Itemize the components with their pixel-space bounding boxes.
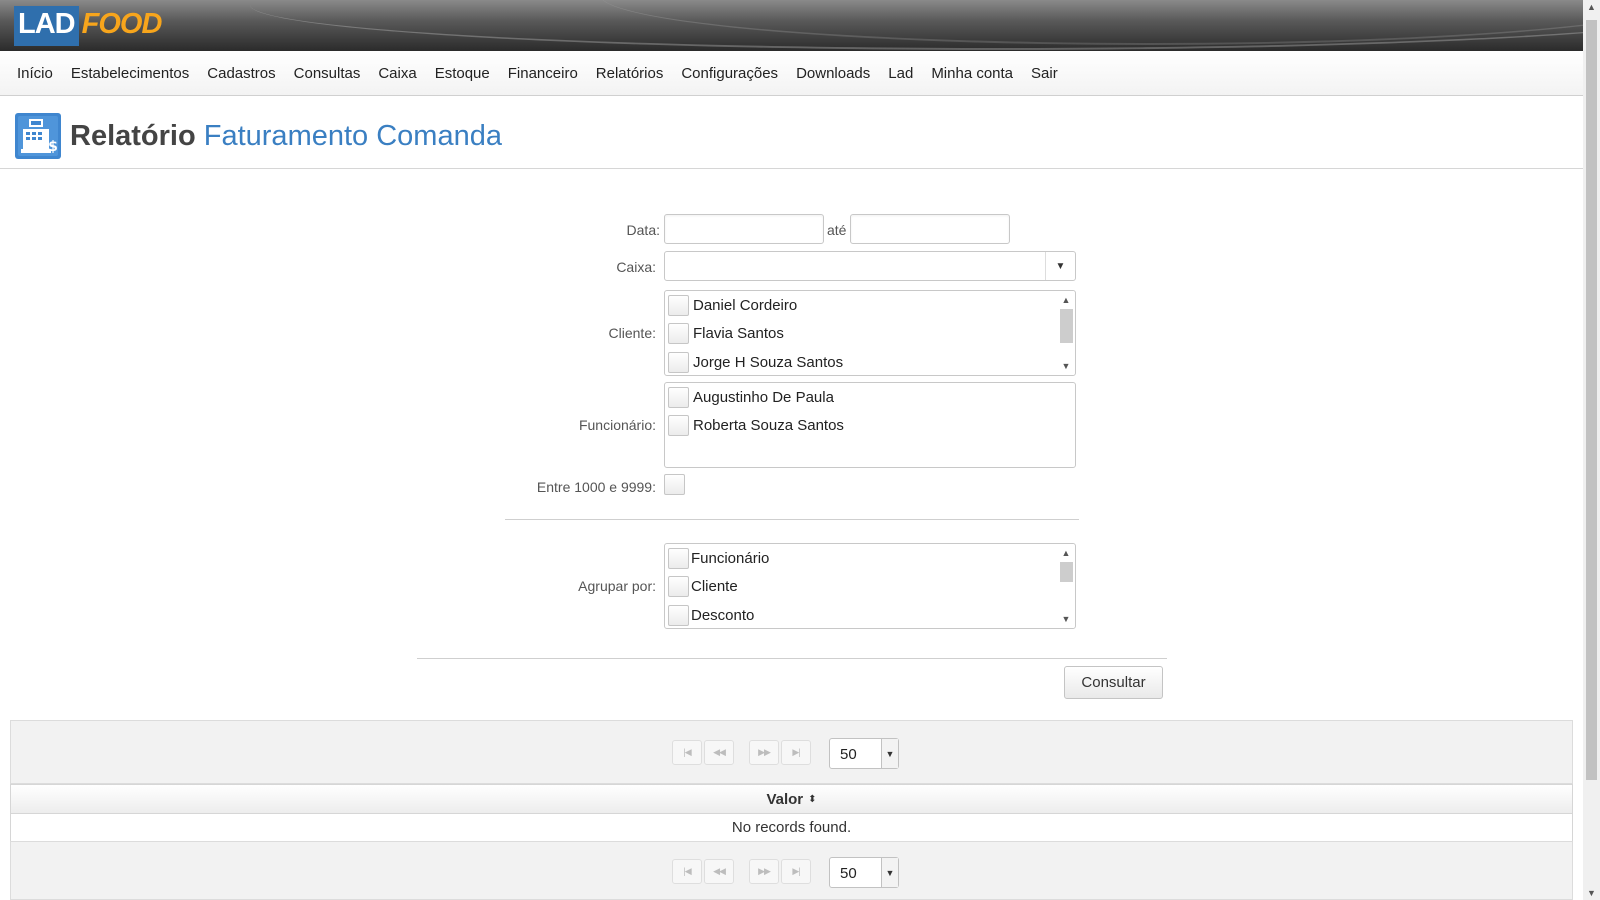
main-menu: Início Estabelecimentos Cadastros Consul… [0,51,1583,96]
consultar-button[interactable]: Consultar [1064,666,1163,699]
prev-page-icon[interactable]: ◀◀ [704,859,734,884]
page-title-prefix: Relatório [70,120,196,152]
ate-label: até [827,222,847,238]
app-logo[interactable]: LAD FOOD [14,6,163,46]
funcionario-option-label: Augustinho De Paula [693,388,834,406]
checkbox[interactable] [668,322,689,344]
scroll-thumb[interactable] [1060,309,1073,343]
caixa-select[interactable]: ▼ [664,251,1076,281]
menu-item-sair[interactable]: Sair [1022,65,1067,82]
menu-item-relatorios[interactable]: Relatórios [587,65,673,82]
checkbox[interactable] [668,575,689,597]
rows-per-page-select[interactable]: 50 ▼ [829,738,899,769]
menu-item-cadastros[interactable]: Cadastros [198,65,284,82]
page-title: Relatório Faturamento Comanda [70,120,502,153]
scroll-up-icon[interactable]: ▲ [1058,546,1074,560]
cliente-option-label: Jorge H Souza Santos [693,353,844,371]
page-scrollbar[interactable]: ▲ ▼ [1583,0,1600,900]
menu-item-estabelecimentos[interactable]: Estabelecimentos [62,65,198,82]
first-page-icon[interactable]: |◀ [672,740,702,765]
menu-item-financeiro[interactable]: Financeiro [499,65,587,82]
cliente-label: Cliente: [608,325,656,341]
menu-item-lad[interactable]: Lad [879,65,922,82]
chevron-down-icon[interactable]: ▼ [1045,252,1075,280]
date-to-input[interactable] [850,214,1010,244]
logo-lad: LAD [14,6,79,46]
checkbox[interactable] [668,414,689,436]
checkbox[interactable] [668,386,689,408]
prev-page-icon[interactable]: ◀◀ [704,740,734,765]
checkbox[interactable] [668,604,689,626]
rows-per-page-value: 50 [840,746,857,763]
funcionario-label: Funcionário: [578,417,656,433]
cliente-list[interactable]: Daniel Cordeiro Flavia Santos Jorge H So… [664,290,1076,376]
checkbox[interactable] [668,351,689,373]
date-from-input[interactable] [664,214,824,244]
chevron-down-icon[interactable]: ▼ [881,858,898,887]
list-item[interactable]: Daniel Cordeiro [668,292,797,318]
logo-food: FOOD [81,8,163,40]
rows-per-page-value: 50 [840,865,857,882]
divider [505,519,1079,520]
scroll-down-icon[interactable]: ▼ [1058,612,1074,626]
cliente-scrollbar[interactable]: ▲ ▼ [1058,291,1074,375]
scroll-thumb[interactable] [1586,20,1597,780]
last-page-icon[interactable]: ▶| [781,740,811,765]
rows-per-page-select[interactable]: 50 ▼ [829,857,899,888]
sort-icon[interactable]: ⬍ [808,794,816,805]
agrupar-label: Agrupar por: [578,578,656,594]
checkbox[interactable] [668,547,689,569]
next-page-icon[interactable]: ▶▶ [749,740,779,765]
paginator-bottom: |◀ ◀◀ ▶▶ ▶| 50 ▼ [10,841,1573,900]
list-item[interactable]: Desconto [668,602,754,628]
next-page-icon[interactable]: ▶▶ [749,859,779,884]
chevron-down-icon[interactable]: ▼ [881,739,898,768]
list-item[interactable]: Jorge H Souza Santos [668,349,843,375]
empty-message: No records found. [731,819,852,836]
agrupar-option-label: Cliente [691,577,738,595]
agrupar-scrollbar[interactable]: ▲ ▼ [1058,544,1074,628]
column-header-valor[interactable]: Valor ⬍ [10,784,1573,814]
list-item[interactable]: Augustinho De Paula [668,384,834,410]
caixa-label: Caixa: [616,259,656,275]
paginator-top: |◀ ◀◀ ▶▶ ▶| 50 ▼ [10,720,1573,784]
menu-item-inicio[interactable]: Início [8,65,62,82]
funcionario-option-label: Roberta Souza Santos [693,416,844,434]
agrupar-option-label: Funcionário [691,549,770,567]
cash-register-icon: $ [15,113,61,159]
entre-label: Entre 1000 e 9999: [536,479,656,495]
scroll-thumb[interactable] [1060,562,1073,582]
checkbox[interactable] [668,294,689,316]
scroll-down-icon[interactable]: ▼ [1583,888,1600,898]
table-empty-row: No records found. [10,813,1573,842]
scroll-up-icon[interactable]: ▲ [1058,293,1074,307]
list-item[interactable]: Roberta Souza Santos [668,412,844,438]
agrupar-list[interactable]: Funcionário Cliente Desconto ▲ ▼ [664,543,1076,629]
menu-item-downloads[interactable]: Downloads [787,65,879,82]
list-item[interactable]: Flavia Santos [668,320,784,346]
scroll-down-icon[interactable]: ▼ [1058,359,1074,373]
page-title-name: Faturamento Comanda [203,120,502,152]
cliente-option-label: Flavia Santos [693,324,784,342]
first-page-icon[interactable]: |◀ [672,859,702,884]
menu-item-estoque[interactable]: Estoque [426,65,499,82]
cliente-option-label: Daniel Cordeiro [693,296,798,314]
menu-item-minha-conta[interactable]: Minha conta [922,65,1022,82]
list-item[interactable]: Cliente [668,573,738,599]
column-header-label: Valor [766,790,804,808]
data-label: Data: [626,222,660,238]
menu-item-consultas[interactable]: Consultas [285,65,370,82]
agrupar-option-label: Desconto [691,606,755,624]
svg-text:$: $ [48,139,58,155]
scroll-up-icon[interactable]: ▲ [1583,2,1600,12]
menu-item-caixa[interactable]: Caixa [369,65,425,82]
page-header: $ Relatório Faturamento Comanda [0,96,1583,169]
header-banner: LAD FOOD [0,0,1583,51]
list-item[interactable]: Funcionário [668,545,769,571]
menu-item-configuracoes[interactable]: Configurações [672,65,787,82]
entre-checkbox[interactable] [664,474,685,495]
divider [417,658,1167,659]
funcionario-list[interactable]: Augustinho De Paula Roberta Souza Santos [664,382,1076,468]
last-page-icon[interactable]: ▶| [781,859,811,884]
